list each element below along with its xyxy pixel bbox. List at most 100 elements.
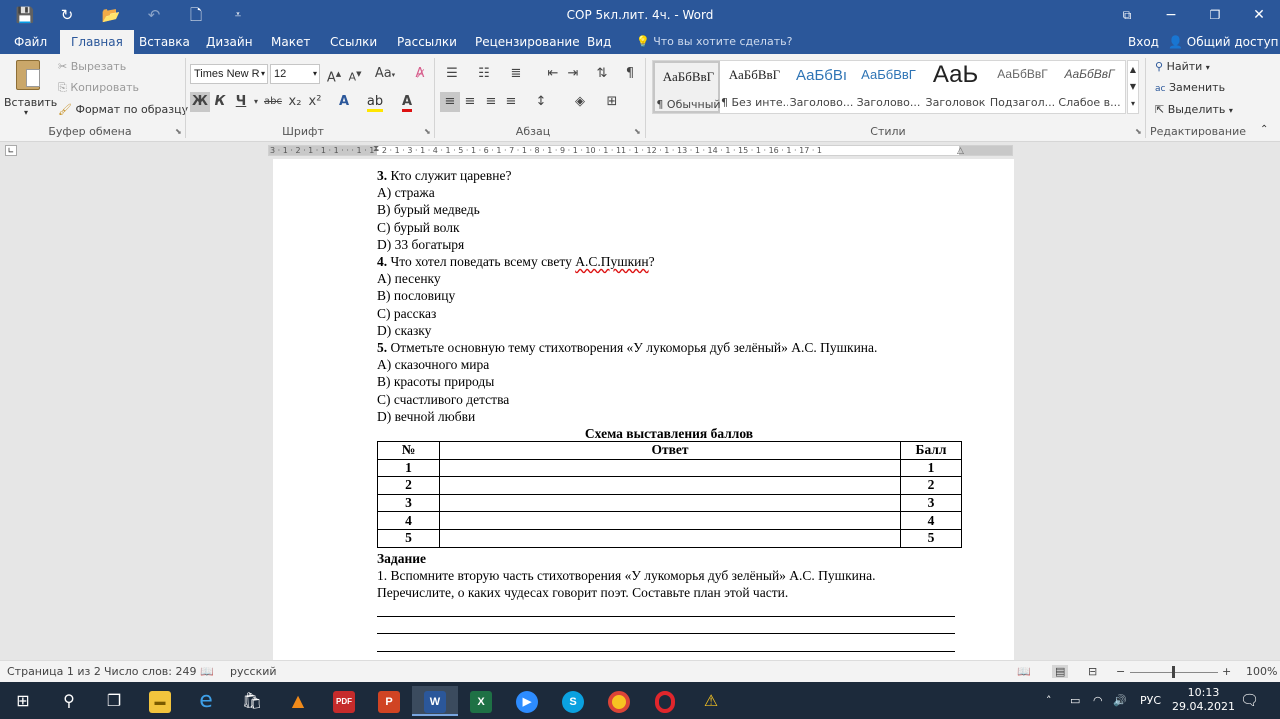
align-left-icon[interactable]: ≡ (440, 92, 460, 112)
justify-icon[interactable]: ≡ (501, 92, 521, 112)
misspelled-word[interactable]: А.С.Пушкин (575, 254, 648, 269)
table-cell[interactable] (439, 528, 901, 548)
language[interactable]: русский (230, 665, 277, 678)
bullets-icon[interactable]: ☰ (442, 64, 462, 84)
font-size-field[interactable]: 12 ▾ (270, 64, 320, 84)
minimize-icon[interactable]: − (1149, 0, 1193, 30)
warning-app-icon[interactable]: ⚠ (688, 686, 734, 716)
store-icon[interactable]: 🛍 (229, 686, 275, 716)
pilcrow-icon[interactable]: ¶ (620, 64, 640, 84)
search-icon[interactable]: ⚲ (46, 686, 92, 716)
skype-icon[interactable]: S (550, 686, 596, 716)
highlight-icon[interactable]: ab (365, 92, 385, 112)
dialog-launcher-icon[interactable]: ⬊ (1135, 127, 1142, 136)
paste-button[interactable]: Вставить ▾ (4, 58, 57, 118)
table-cell[interactable] (439, 493, 901, 513)
line-spacing-icon[interactable]: ↕ (531, 92, 551, 112)
vlc-icon[interactable]: ▲ (275, 686, 321, 716)
tab-home[interactable]: Главная (60, 30, 134, 54)
style-heading1[interactable]: АаБбВı Заголово... (788, 61, 855, 113)
pdf-icon[interactable]: PDF (321, 686, 367, 716)
chevron-down-icon[interactable]: ▾ (250, 92, 262, 112)
battery-icon[interactable]: ▭ (1070, 682, 1080, 719)
copy-button[interactable]: ⎘ Копировать (58, 81, 139, 95)
edge-icon[interactable]: e (183, 686, 229, 716)
chrome-icon[interactable] (596, 686, 642, 716)
input-language[interactable]: РУС (1140, 682, 1161, 719)
replace-button[interactable]: ac Заменить (1155, 81, 1225, 94)
table-cell[interactable] (439, 511, 901, 530)
document-page[interactable]: 3. Кто служит царевне? A) стража B) буры… (273, 159, 1014, 660)
table-cell[interactable] (439, 458, 901, 478)
dialog-launcher-icon[interactable]: ⬊ (424, 127, 431, 136)
tell-me-box[interactable]: 💡 Что вы хотите сделать? (636, 30, 792, 54)
document-area[interactable]: 3. Кто служит царевне? A) стража B) буры… (0, 159, 1280, 660)
style-no-spacing[interactable]: АаБбВвГ ¶ Без инте... (721, 61, 788, 113)
zoom-level[interactable]: 100% (1246, 665, 1277, 678)
bold-button[interactable]: Ж (190, 92, 210, 112)
tab-insert[interactable]: Вставка (128, 30, 201, 54)
style-heading2[interactable]: АаБбВвГ Заголово... (855, 61, 922, 113)
numbering-icon[interactable]: ☷ (474, 64, 494, 84)
underline-button[interactable]: Ч (231, 92, 251, 112)
chevron-up-icon[interactable]: ▲ (1128, 61, 1138, 78)
answer-line[interactable] (377, 616, 955, 617)
zoom-in-icon[interactable]: + (1222, 665, 1231, 678)
page-count[interactable]: Страница 1 из 2 (7, 665, 101, 678)
multilevel-list-icon[interactable]: ≣ (506, 64, 526, 84)
read-mode-icon[interactable]: 📖 (1017, 665, 1031, 678)
decrease-indent-icon[interactable]: ⇤ (543, 64, 563, 84)
select-button[interactable]: ⇱ Выделить ▾ (1155, 103, 1233, 116)
ruler-track[interactable]: 3 · 1 · 2 · 1 · 1 · 1 · · · 1 · 1 · 2 · … (268, 145, 1013, 156)
increase-indent-icon[interactable]: ⇥ (563, 64, 583, 84)
tab-layout[interactable]: Макет (260, 30, 321, 54)
more-icon[interactable]: ▾ (1128, 95, 1138, 112)
notifications-icon[interactable]: 🗨 (1240, 682, 1259, 719)
style-subtitle[interactable]: АаБбВвГ Подзагол... (989, 61, 1056, 113)
tray-chevron-icon[interactable]: ˄ (1046, 682, 1052, 719)
opera-icon[interactable] (642, 686, 688, 716)
align-center-icon[interactable]: ≡ (460, 92, 480, 112)
wifi-icon[interactable]: ◠ (1093, 682, 1103, 719)
styles-scroll[interactable]: ▲ ▼ ▾ (1127, 60, 1139, 114)
volume-icon[interactable]: 🔊 (1113, 682, 1127, 719)
find-button[interactable]: ⚲ Найти ▾ (1155, 60, 1210, 73)
tab-view[interactable]: Вид (576, 30, 622, 54)
chevron-down-icon[interactable]: ▼ (1128, 78, 1138, 95)
tab-mailings[interactable]: Рассылки (386, 30, 468, 54)
style-title[interactable]: АаЬ Заголовок (922, 61, 989, 113)
print-layout-icon[interactable]: ▤ (1052, 665, 1069, 678)
shrink-font-icon[interactable]: A▼ (345, 64, 365, 84)
right-indent-icon[interactable]: △ (957, 146, 964, 155)
align-right-icon[interactable]: ≡ (481, 92, 501, 112)
zoom-app-icon[interactable]: ▶ (504, 686, 550, 716)
cut-button[interactable]: ✂ Вырезать (58, 60, 126, 73)
login-link[interactable]: Вход (1128, 30, 1159, 54)
format-painter-button[interactable]: 🖌 Формат по образцу (58, 103, 188, 116)
sort-icon[interactable]: ⇅ (592, 64, 612, 84)
word-count[interactable]: Число слов: 249 (104, 665, 197, 678)
powerpoint-icon[interactable]: P (366, 686, 412, 716)
share-button[interactable]: 👤 Общий доступ (1168, 30, 1279, 54)
answer-line[interactable] (377, 651, 955, 652)
dialog-launcher-icon[interactable]: ⬊ (634, 127, 641, 136)
proofing-icon[interactable]: 📖 (200, 665, 214, 678)
windows-start-icon[interactable]: ⊞ (0, 686, 46, 716)
strikethrough-button[interactable]: abc (263, 92, 283, 112)
zoom-slider-thumb[interactable] (1172, 666, 1175, 678)
excel-icon[interactable]: X (458, 686, 504, 716)
superscript-button[interactable]: x² (305, 92, 325, 112)
task-view-icon[interactable]: ❐ (91, 686, 137, 716)
clear-formatting-icon[interactable]: A̷ (410, 64, 430, 84)
word-icon[interactable]: W (412, 686, 458, 716)
text-effects-icon[interactable]: A (334, 92, 354, 112)
subscript-button[interactable]: x₂ (285, 92, 305, 112)
maximize-icon[interactable]: ❐ (1193, 0, 1237, 30)
answer-line[interactable] (377, 633, 955, 634)
file-explorer-icon[interactable]: ▬ (137, 686, 183, 716)
collapse-ribbon-icon[interactable]: ⌃ (1260, 124, 1268, 135)
ribbon-display-icon[interactable]: ⧉ (1105, 0, 1149, 30)
style-subtle-emphasis[interactable]: АаБбВвГ Слабое в... (1056, 61, 1123, 113)
grow-font-icon[interactable]: A▲ (324, 64, 344, 85)
tab-references[interactable]: Ссылки (319, 30, 388, 54)
